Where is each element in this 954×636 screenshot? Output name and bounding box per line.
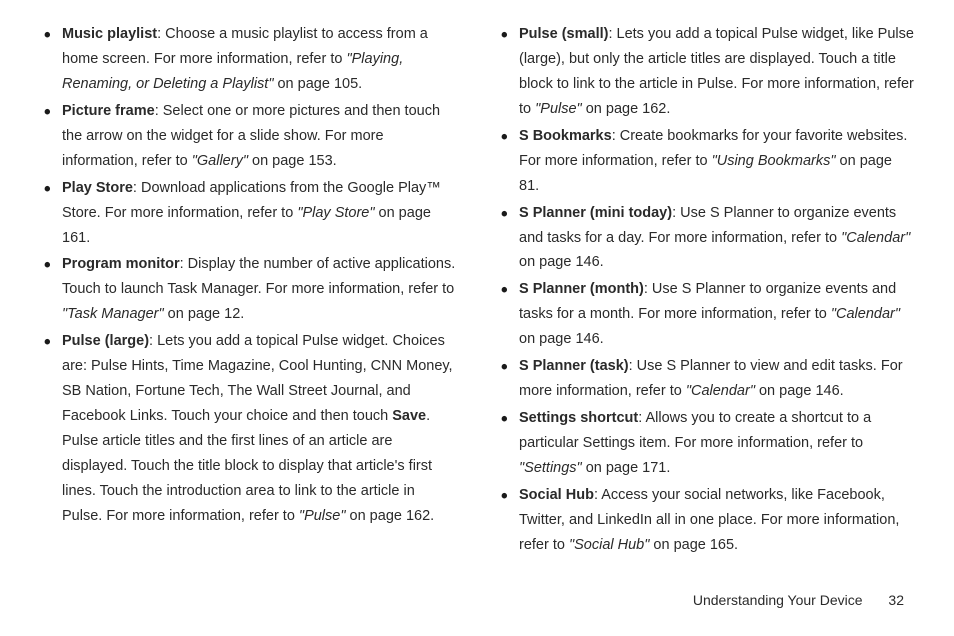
- item-ref: "Calendar": [831, 306, 900, 322]
- item-ref: "Pulse": [535, 101, 582, 117]
- list-item: S Planner (mini today): Use S Planner to…: [497, 201, 914, 276]
- item-title: Social Hub: [519, 487, 594, 503]
- item-ref: "Gallery": [192, 153, 248, 169]
- item-title: Pulse (small): [519, 26, 608, 42]
- item-title: S Planner (mini today): [519, 205, 672, 221]
- item-tail: on page 146.: [755, 383, 844, 399]
- list-item: Pulse (small): Lets you add a topical Pu…: [497, 22, 914, 122]
- item-ref: "Calendar": [686, 383, 755, 399]
- item-title: Play Store: [62, 180, 133, 196]
- item-title: S Planner (task): [519, 358, 629, 374]
- item-tail: on page 146.: [519, 331, 604, 347]
- item-title: S Planner (month): [519, 281, 644, 297]
- item-ref: "Calendar": [841, 230, 910, 246]
- left-column: Music playlist: Choose a music playlist …: [40, 22, 457, 560]
- page-number: 32: [888, 592, 904, 608]
- list-item: S Planner (task): Use S Planner to view …: [497, 354, 914, 404]
- item-ref: "Task Manager": [62, 306, 164, 322]
- list-item: S Bookmarks: Create bookmarks for your f…: [497, 124, 914, 199]
- left-list: Music playlist: Choose a music playlist …: [40, 22, 457, 529]
- item-title: Picture frame: [62, 103, 155, 119]
- list-item: Settings shortcut: Allows you to create …: [497, 406, 914, 481]
- list-item: S Planner (month): Use S Planner to orga…: [497, 277, 914, 352]
- item-title: Program monitor: [62, 256, 180, 272]
- list-item: Picture frame: Select one or more pictur…: [40, 99, 457, 174]
- item-title: Pulse (large): [62, 333, 149, 349]
- item-title: Music playlist: [62, 26, 157, 42]
- item-tail: on page 12.: [164, 306, 245, 322]
- page-footer: Understanding Your Device 32: [693, 592, 904, 608]
- item-ref: "Play Store": [297, 205, 374, 221]
- list-item: Social Hub: Access your social networks,…: [497, 483, 914, 558]
- item-tail: on page 162.: [346, 508, 435, 524]
- item-tail: on page 146.: [519, 254, 604, 270]
- right-column: Pulse (small): Lets you add a topical Pu…: [497, 22, 914, 560]
- item-ref: "Settings": [519, 460, 582, 476]
- item-tail: on page 162.: [582, 101, 671, 117]
- list-item: Program monitor: Display the number of a…: [40, 252, 457, 327]
- item-bold: Save: [392, 408, 426, 424]
- item-tail: on page 105.: [273, 76, 362, 92]
- item-ref: "Using Bookmarks": [712, 153, 836, 169]
- page-content: Music playlist: Choose a music playlist …: [0, 0, 954, 580]
- item-title: S Bookmarks: [519, 128, 612, 144]
- item-ref: "Pulse": [299, 508, 346, 524]
- list-item: Pulse (large): Lets you add a topical Pu…: [40, 329, 457, 529]
- item-body: . Pulse article titles and the first lin…: [62, 408, 432, 524]
- item-tail: on page 153.: [248, 153, 337, 169]
- item-tail: on page 171.: [582, 460, 671, 476]
- item-tail: on page 165.: [649, 537, 738, 553]
- list-item: Music playlist: Choose a music playlist …: [40, 22, 457, 97]
- list-item: Play Store: Download applications from t…: [40, 176, 457, 251]
- item-ref: "Social Hub": [569, 537, 649, 553]
- item-title: Settings shortcut: [519, 410, 638, 426]
- right-list: Pulse (small): Lets you add a topical Pu…: [497, 22, 914, 558]
- section-title: Understanding Your Device: [693, 592, 863, 608]
